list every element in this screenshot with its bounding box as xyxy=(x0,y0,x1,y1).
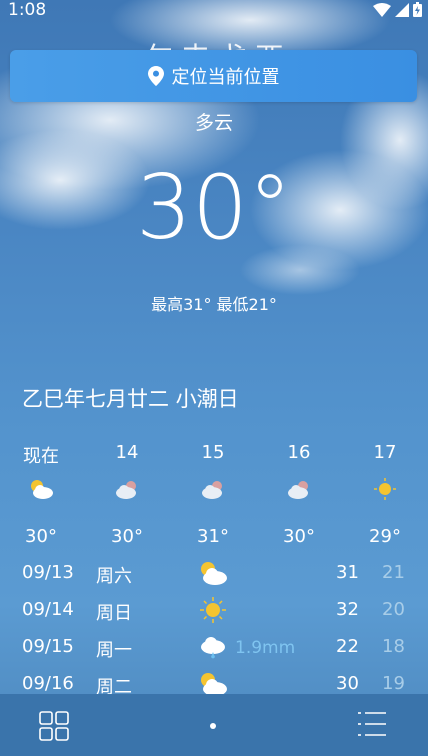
day-weekday: 周二 xyxy=(96,677,132,694)
partly-cloudy-icon xyxy=(198,560,228,591)
day-high: 30 xyxy=(336,673,359,694)
rain-icon xyxy=(198,634,228,667)
partly-cloudy-icon xyxy=(198,671,228,694)
status-icons xyxy=(373,2,422,17)
day-high: 32 xyxy=(336,599,359,620)
day-weekday: 周日 xyxy=(96,603,132,624)
hour-temp: 29° xyxy=(369,526,401,547)
battery-charging-icon xyxy=(413,2,422,17)
signal-icon xyxy=(395,2,409,17)
day-weekday: 周一 xyxy=(96,640,132,661)
daily-forecast: 09/13 周六 31 21 09/14 周日 32 20 09/15 周一 1… xyxy=(0,560,428,694)
list-menu-icon[interactable] xyxy=(356,708,388,744)
hourly-item: 14 30° xyxy=(97,442,157,547)
grid-menu-icon[interactable] xyxy=(38,710,70,746)
partly-cloudy-icon xyxy=(11,478,71,506)
day-high: 31 xyxy=(336,562,359,583)
locate-button-label: 定位当前位置 xyxy=(171,67,280,88)
day-precip: 1.9mm xyxy=(235,638,296,658)
hour-temp: 30° xyxy=(283,526,315,547)
page-indicator-dot xyxy=(210,723,216,729)
partly-cloudy-night-icon xyxy=(183,478,243,506)
hour-label: 17 xyxy=(373,442,397,463)
sun-icon xyxy=(198,597,228,628)
day-weekday: 周六 xyxy=(96,566,132,587)
hour-temp: 30° xyxy=(111,526,143,547)
daily-row[interactable]: 09/13 周六 31 21 xyxy=(0,560,428,597)
hour-label: 现在 xyxy=(23,446,59,467)
lunar-date: 乙巳年七月廿二 小潮日 xyxy=(22,387,239,411)
current-condition: 多云 xyxy=(194,112,233,134)
hour-temp: 30° xyxy=(25,526,57,547)
day-high: 22 xyxy=(336,636,359,657)
sun-icon xyxy=(355,478,415,506)
locate-current-position-button[interactable]: 定位当前位置 xyxy=(10,50,417,102)
status-time: 1:08 xyxy=(8,0,47,20)
day-low: 21 xyxy=(382,562,405,583)
day-date: 09/15 xyxy=(22,636,74,657)
partly-cloudy-night-icon xyxy=(97,478,157,506)
wifi-icon xyxy=(373,2,391,17)
location-pin-icon xyxy=(147,66,164,86)
day-low: 18 xyxy=(382,636,405,657)
hour-label: 15 xyxy=(201,442,225,463)
hourly-item: 17 29° xyxy=(355,442,415,547)
day-date: 09/14 xyxy=(22,599,74,620)
current-temperature: 30° xyxy=(136,156,292,259)
hourly-item: 15 31° xyxy=(183,442,243,547)
hour-label: 16 xyxy=(287,442,311,463)
daily-row[interactable]: 09/15 周一 1.9mm 22 18 xyxy=(0,634,428,671)
day-date: 09/16 xyxy=(22,673,74,694)
hourly-item: 现在 30° xyxy=(11,442,71,547)
day-low: 20 xyxy=(382,599,405,620)
high-low-temperature: 最高31° 最低21° xyxy=(151,295,277,314)
daily-row[interactable]: 09/16 周二 30 19 xyxy=(0,671,428,694)
daily-row[interactable]: 09/14 周日 32 20 xyxy=(0,597,428,634)
hour-label: 14 xyxy=(115,442,139,463)
day-date: 09/13 xyxy=(22,562,74,583)
day-low: 19 xyxy=(382,673,405,694)
hourly-item: 16 30° xyxy=(269,442,329,547)
hour-temp: 31° xyxy=(197,526,229,547)
status-bar: 1:08 xyxy=(0,0,428,22)
partly-cloudy-night-icon xyxy=(269,478,329,506)
